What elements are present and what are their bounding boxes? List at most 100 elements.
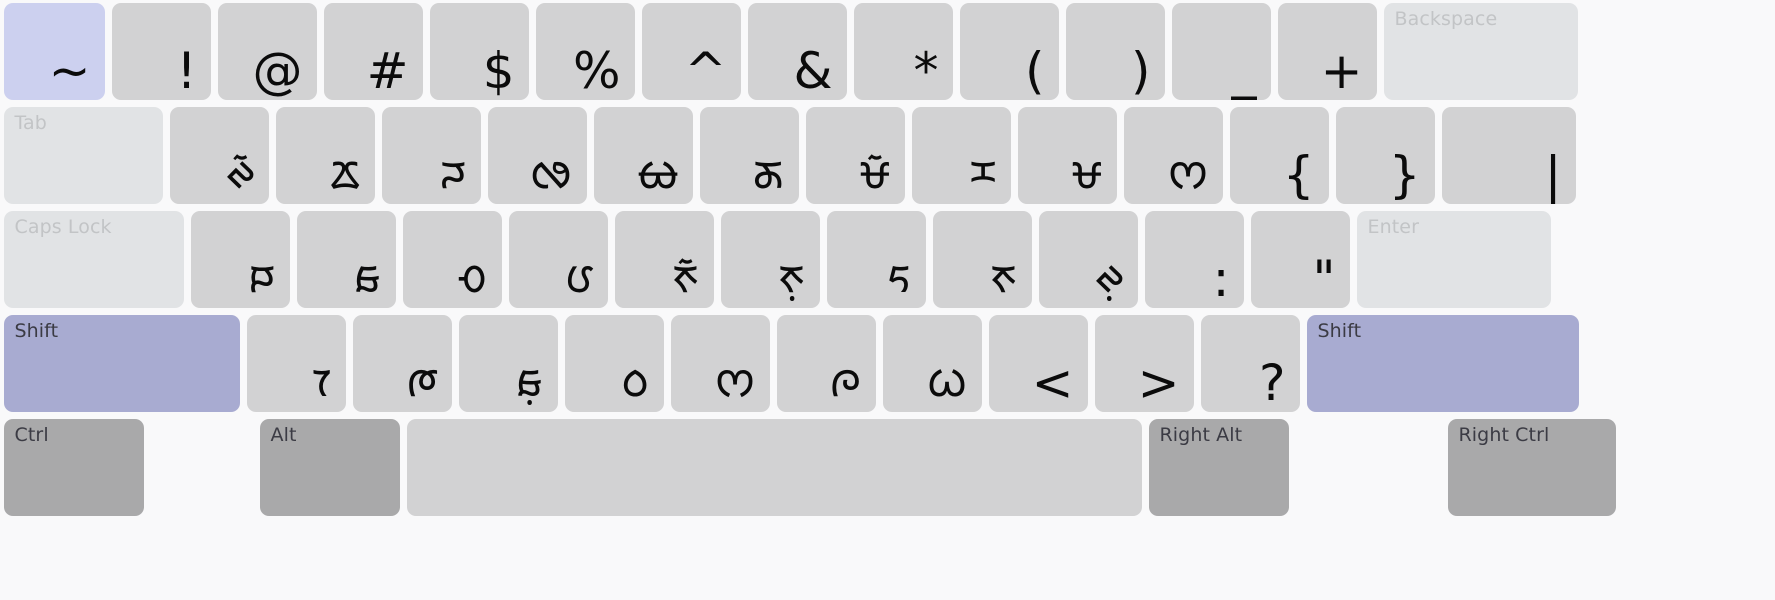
key-glyph: ᰆ [457,252,488,303]
key-glyph: | [1544,146,1562,204]
key-ctrl-left[interactable]: Ctrl [3,419,144,516]
key-m[interactable]: ᰃ [882,315,982,412]
key-glyph: ᰄ [637,148,679,199]
key-label: Backspace [1394,8,1498,30]
key-t[interactable]: ᰄ [593,107,693,204]
key-backslash[interactable]: | [1441,107,1576,204]
key-i[interactable]: ᰌ [911,107,1011,204]
key-bracketright[interactable]: } [1335,107,1435,204]
key-label: Caps Lock [14,216,112,238]
key-glyph: < [1031,354,1074,412]
key-v[interactable]: ᰓ [564,315,664,412]
tab-row: Tab ᰊᰶ ᰇ ᰎ ᰒ ᰄ ᰖ ᰝᰶ ᰌ ᰝ ᰔ {} | [0,104,1775,208]
key-0[interactable]: ) [1065,3,1165,100]
key-label: Alt [270,424,297,446]
key-w[interactable]: ᰇ [275,107,375,204]
key-period[interactable]: > [1094,315,1194,412]
key-glyph: ᰁ [887,252,912,303]
key-glyph: ! [176,42,197,100]
key-tab[interactable]: Tab [3,107,163,204]
key-3[interactable]: # [323,3,423,100]
key-glyph: # [366,42,409,100]
key-glyph: * [913,42,939,100]
key-s[interactable]: ᰑ [296,211,396,308]
key-q[interactable]: ᰊᰶ [169,107,269,204]
key-z[interactable]: ᰅ [246,315,346,412]
key-c[interactable]: ᰑ᰷ [458,315,558,412]
key-ctrl-right[interactable]: Right Ctrl [1447,419,1616,516]
key-glyph: ᰉ᰷ [778,252,806,303]
key-backquote[interactable]: ~ [3,3,105,100]
key-j[interactable]: ᰁ [826,211,926,308]
key-comma[interactable]: < [988,315,1088,412]
key-glyph: " [1312,250,1336,308]
key-quote[interactable]: " [1250,211,1350,308]
key-d[interactable]: ᰆ [402,211,502,308]
key-label: Shift [14,320,59,342]
key-f[interactable]: ᰂ [508,211,608,308]
key-2[interactable]: @ [217,3,317,100]
key-x[interactable]: ᰈ [352,315,452,412]
key-glyph: ᰌ [969,148,997,199]
key-8[interactable]: * [853,3,953,100]
key-glyph: ᰇ [329,148,361,199]
key-glyph: @ [252,42,303,100]
key-glyph: ^ [684,42,727,100]
key-alt-right[interactable]: Right Alt [1148,419,1289,516]
key-glyph: ᰔ [1167,148,1209,199]
key-6[interactable]: ^ [641,3,741,100]
key-glyph: ᰉᰶ [672,252,700,303]
shift-row: Shift ᰅ ᰈ ᰑ᰷ ᰓ ᰔ ᰍ ᰃ < >? Shift [0,312,1775,416]
key-enter[interactable]: Enter [1356,211,1551,308]
key-slash[interactable]: ? [1200,315,1300,412]
key-1[interactable]: ! [111,3,211,100]
key-backspace[interactable]: Backspace [1383,3,1578,100]
key-glyph: ( [1024,42,1045,100]
spacer-right [1296,419,1441,516]
key-p[interactable]: ᰔ [1123,107,1223,204]
key-label: Ctrl [14,424,49,446]
virtual-keyboard: ~! @ # $% ^ & * () _ + Backspace Tab ᰊᰶ ᰇ ᰎ ᰒ ᰄ ᰖ ᰝᰶ ᰌ ᰝ ᰔ {} |… [0,0,1775,600]
key-label: Right Alt [1159,424,1243,446]
key-u[interactable]: ᰝᰶ [805,107,905,204]
key-b[interactable]: ᰔ [670,315,770,412]
key-g[interactable]: ᰉᰶ [614,211,714,308]
key-glyph: ᰍ [829,356,862,407]
key-glyph: } [1388,146,1421,204]
key-alt-left[interactable]: Alt [259,419,400,516]
key-space[interactable] [406,419,1142,516]
key-r[interactable]: ᰒ [487,107,587,204]
key-glyph: ᰝᰶ [859,148,891,199]
key-y[interactable]: ᰖ [699,107,799,204]
key-l[interactable]: ᰊ᰷ [1038,211,1138,308]
key-5[interactable]: % [535,3,635,100]
key-glyph: ᰉ [990,252,1018,303]
key-4[interactable]: $ [429,3,529,100]
key-shift-right[interactable]: Shift [1306,315,1579,412]
key-equal[interactable]: + [1277,3,1377,100]
key-n[interactable]: ᰍ [776,315,876,412]
key-k[interactable]: ᰉ [932,211,1032,308]
key-7[interactable]: & [747,3,847,100]
key-a[interactable]: ᰐ [190,211,290,308]
number-row: ~! @ # $% ^ & * () _ + Backspace [0,0,1775,104]
key-bracketleft[interactable]: { [1229,107,1329,204]
key-o[interactable]: ᰝ [1017,107,1117,204]
key-label: Enter [1367,216,1419,238]
key-glyph: ᰑ [353,252,382,303]
key-glyph: & [793,42,833,100]
key-glyph: > [1137,354,1180,412]
spacer-left [151,419,253,516]
key-9[interactable]: ( [959,3,1059,100]
key-glyph: ᰂ [564,252,594,303]
key-shift-left[interactable]: Shift [3,315,240,412]
key-glyph: : [1212,250,1230,308]
key-label: Tab [14,112,47,134]
key-capslock[interactable]: Caps Lock [3,211,184,308]
key-semicolon[interactable]: : [1144,211,1244,308]
key-glyph: ᰝ [1071,148,1103,199]
key-e[interactable]: ᰎ [381,107,481,204]
key-glyph: + [1320,42,1363,100]
key-minus[interactable]: _ [1171,3,1271,100]
key-h[interactable]: ᰉ᰷ [720,211,820,308]
